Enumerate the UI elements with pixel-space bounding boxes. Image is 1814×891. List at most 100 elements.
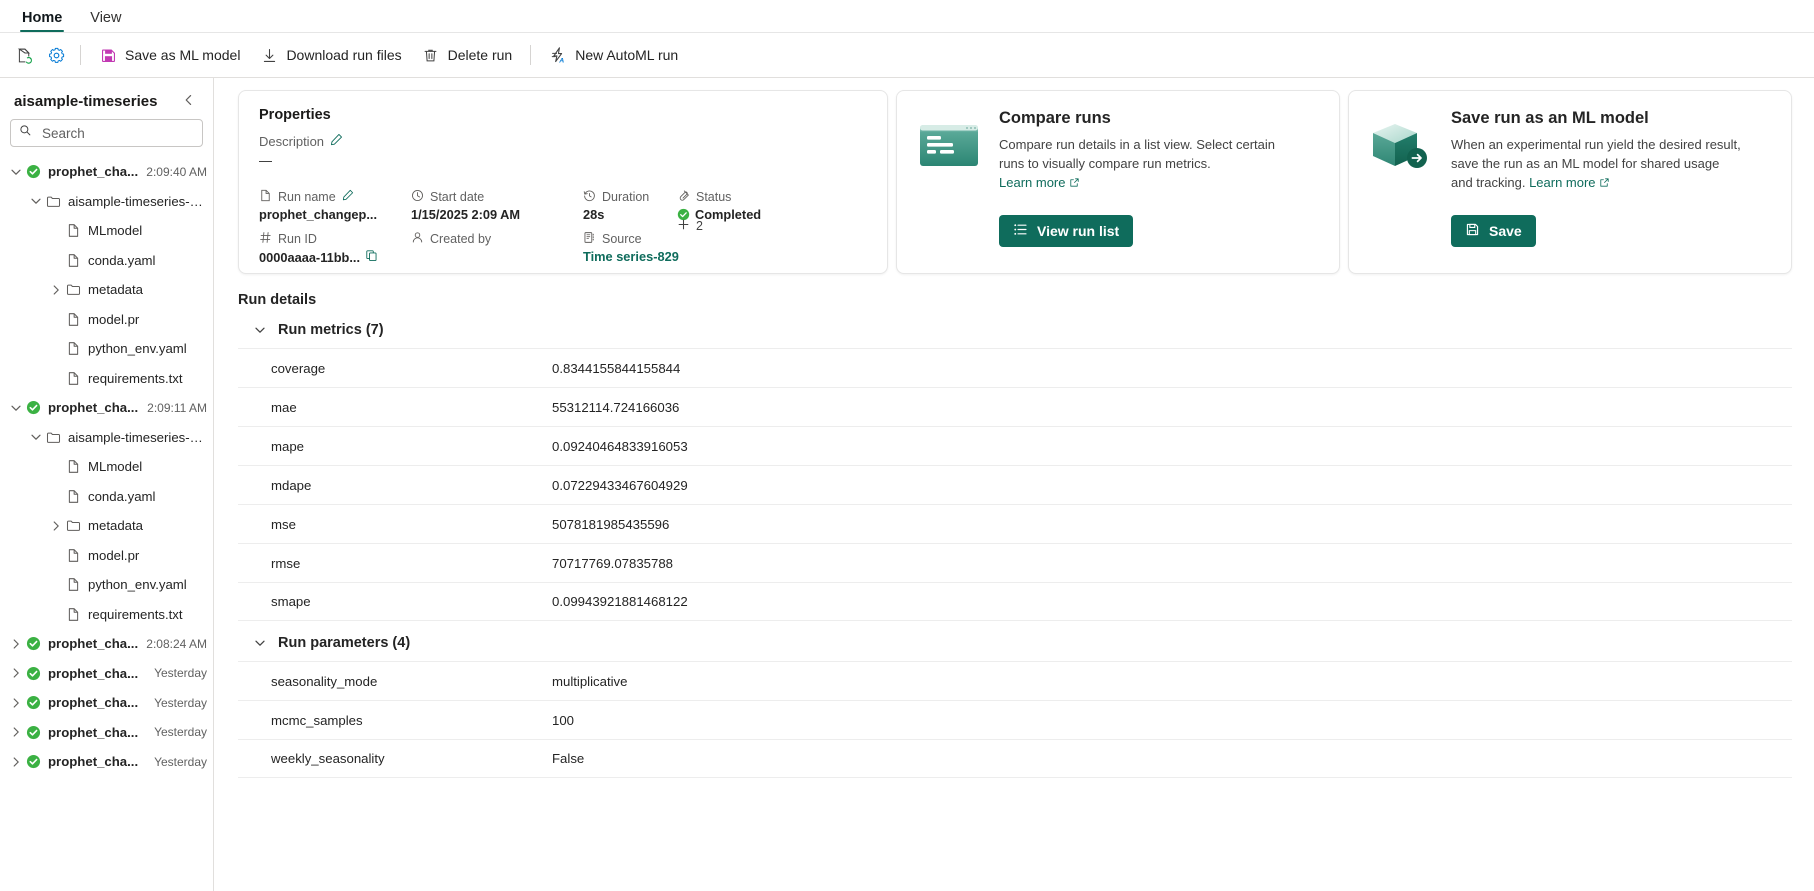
experiment-sidebar: aisample-timeseries prophet_cha... 2:09:4…	[0, 78, 214, 891]
folder-icon	[64, 518, 82, 533]
save-run-description: When an experimental run yield the desir…	[1451, 136, 1741, 193]
tab-home[interactable]: Home	[8, 10, 76, 33]
tab-view[interactable]: View	[76, 10, 135, 33]
chevron-down-icon	[254, 324, 266, 336]
sidebar-header: aisample-timeseries	[0, 78, 213, 119]
refresh-button[interactable]	[8, 39, 40, 71]
delete-run-label: Delete run	[447, 47, 513, 63]
save-model-button[interactable]: Save	[1451, 214, 1536, 247]
table-row: mse 5078181985435596	[238, 504, 1792, 543]
save-as-ml-model-button[interactable]: Save as ML model	[89, 39, 250, 71]
property-start-date: Start date 1/15/2025 2:09 AM	[411, 188, 583, 223]
compare-runs-description: Compare run details in a list view. Sele…	[999, 136, 1289, 193]
save-icon	[99, 46, 117, 64]
file-icon	[64, 253, 82, 268]
tree-run-item[interactable]: prophet_cha... 2:09:40 AM	[0, 157, 213, 187]
compare-runs-illustration	[917, 109, 983, 255]
delete-run-button[interactable]: Delete run	[412, 39, 523, 71]
file-icon	[64, 312, 82, 327]
search-input[interactable]	[40, 124, 213, 142]
run-tree: prophet_cha... 2:09:40 AM aisample-timeser…	[0, 153, 213, 777]
save-model-label: Save	[1489, 222, 1522, 239]
chevron-right-icon[interactable]	[48, 282, 64, 298]
search-box[interactable]	[10, 119, 213, 147]
tree-file-item[interactable]: MLmodel	[0, 216, 213, 246]
duration-label: Duration	[602, 189, 650, 204]
show-more-properties-button[interactable]: 2	[677, 218, 703, 234]
run-metrics-table: coverage 0.8344155844155844 mae 55312114.72…	[238, 348, 1792, 621]
tree-run-item[interactable]: prophet_cha... Yesterday	[0, 659, 213, 689]
property-created-by: Created by	[411, 230, 583, 266]
chevron-down-icon[interactable]	[28, 193, 44, 209]
tree-folder-item[interactable]: metadata	[0, 275, 213, 305]
row-key: mse	[271, 516, 296, 532]
property-source: Source Time series-829	[583, 230, 743, 266]
tree-file-item[interactable]: model.pr	[0, 541, 213, 571]
toolbar-divider	[80, 45, 81, 65]
run-parameters-section-header[interactable]: Run parameters (4)	[254, 635, 1792, 651]
chevron-right-icon[interactable]	[8, 636, 24, 652]
tree-file-item[interactable]: conda.yaml	[0, 482, 213, 512]
tree-item-label: prophet_cha...	[48, 665, 139, 681]
tree-run-item[interactable]: prophet_cha... Yesterday	[0, 718, 213, 748]
description-value: —	[259, 153, 272, 168]
run-id-value: 0000aaaa-11bb...	[259, 249, 361, 265]
run-name-label: Run name	[278, 189, 336, 204]
properties-grid: Run name prophet_changep... Start date 1…	[259, 188, 867, 266]
view-run-list-button[interactable]: View run list	[999, 214, 1134, 247]
new-automl-run-button[interactable]: A New AutoML run	[539, 39, 688, 71]
tree-run-item[interactable]: prophet_cha... 2:09:11 AM	[0, 393, 213, 423]
more-properties-count: 2	[696, 219, 703, 233]
copy-icon[interactable]	[365, 249, 378, 265]
start-date-value: 1/15/2025 2:09 AM	[411, 207, 521, 222]
chevron-down-icon[interactable]	[8, 164, 24, 180]
table-row: mae 55312114.724166036	[238, 387, 1792, 426]
tree-folder-item[interactable]: aisample-timeseries-pr...	[0, 423, 213, 453]
tree-item-label: model.pr	[88, 311, 140, 327]
chevron-right-icon[interactable]	[48, 518, 64, 534]
chevron-down-icon[interactable]	[28, 429, 44, 445]
chevron-down-icon[interactable]	[8, 400, 24, 416]
file-icon	[64, 577, 82, 592]
tree-file-item[interactable]: python_env.yaml	[0, 334, 213, 364]
compare-runs-learn-more-label: Learn more	[999, 174, 1066, 190]
sidebar-collapse-button[interactable]	[179, 92, 199, 111]
download-run-files-button[interactable]: Download run files	[250, 39, 411, 71]
row-value: 5078181985435596	[552, 516, 670, 532]
chevron-right-icon[interactable]	[8, 754, 24, 770]
chevron-right-icon[interactable]	[8, 665, 24, 681]
run-success-icon	[24, 695, 42, 710]
save-icon	[1465, 222, 1480, 240]
compare-runs-learn-more-link[interactable]: Learn more	[999, 175, 1080, 190]
tree-file-item[interactable]: MLmodel	[0, 452, 213, 482]
chevron-right-icon[interactable]	[8, 724, 24, 740]
save-run-learn-more-link[interactable]: Learn more	[1529, 175, 1610, 190]
tree-run-item[interactable]: prophet_cha... Yesterday	[0, 688, 213, 718]
tree-file-item[interactable]: requirements.txt	[0, 600, 213, 630]
plus-icon	[677, 218, 690, 234]
tree-file-item[interactable]: requirements.txt	[0, 364, 213, 394]
run-metrics-section-header[interactable]: Run metrics (7)	[254, 322, 1792, 338]
tree-file-item[interactable]: python_env.yaml	[0, 570, 213, 600]
settings-button[interactable]	[40, 39, 72, 71]
file-icon	[64, 459, 82, 474]
tree-file-item[interactable]: conda.yaml	[0, 246, 213, 276]
created-by-value	[411, 249, 583, 266]
folder-icon	[44, 194, 62, 209]
compare-runs-card: Compare runs Compare run details in a li…	[896, 90, 1340, 274]
tree-folder-item[interactable]: aisample-timeseries-pr...	[0, 187, 213, 217]
table-row: smape 0.09943921881468122	[238, 582, 1792, 621]
run-metrics-label: Run metrics (7)	[278, 322, 384, 338]
tree-folder-item[interactable]: metadata	[0, 511, 213, 541]
property-run-name: Run name prophet_changep...	[259, 188, 411, 222]
chevron-right-icon[interactable]	[8, 695, 24, 711]
tree-run-item[interactable]: prophet_cha... Yesterday	[0, 747, 213, 777]
file-icon	[64, 223, 82, 238]
description-label: Description	[259, 133, 325, 149]
tree-run-item[interactable]: prophet_cha... 2:08:24 AM	[0, 629, 213, 659]
tree-file-item[interactable]: model.pr	[0, 305, 213, 335]
pencil-icon[interactable]	[330, 133, 343, 149]
run-name-edit-icon[interactable]	[342, 189, 354, 204]
page-body: aisample-timeseries prophet_cha... 2:09:4…	[0, 78, 1814, 891]
source-value[interactable]: Time series-829	[583, 249, 743, 264]
